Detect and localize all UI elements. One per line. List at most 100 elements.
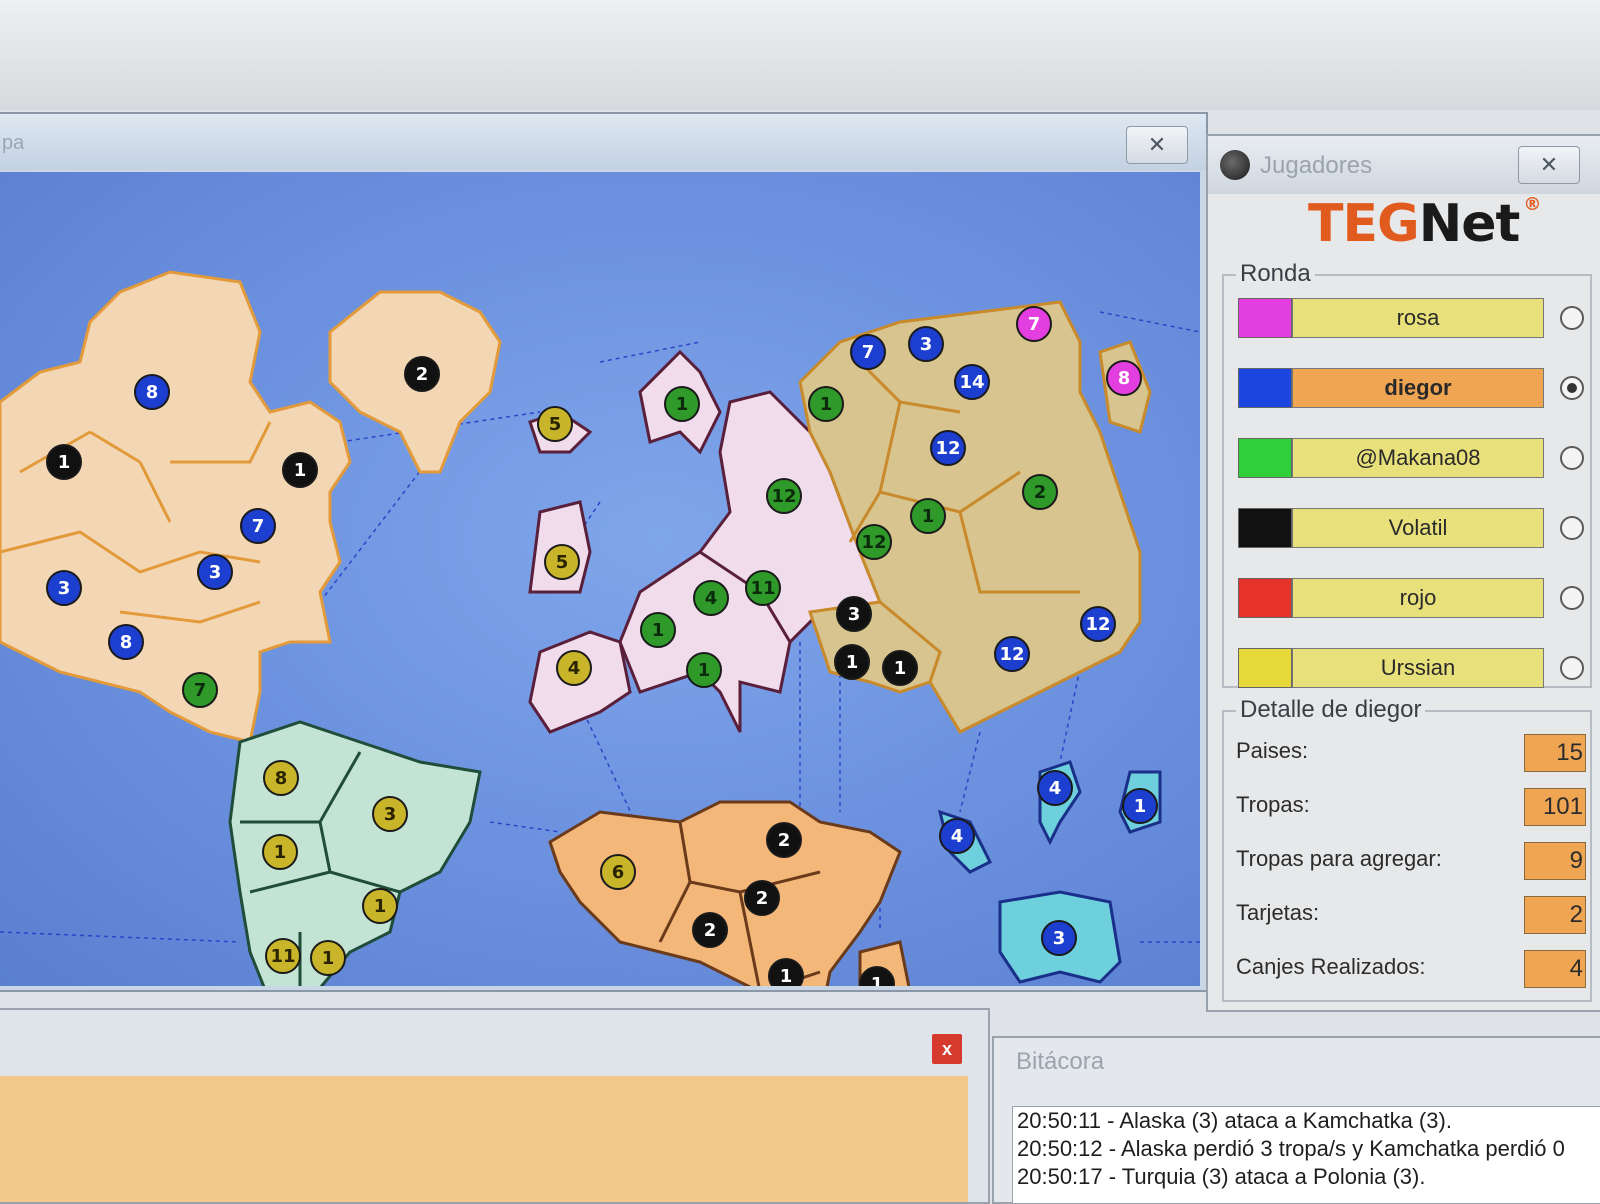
army-marker-blue[interactable]: 12 bbox=[930, 430, 966, 466]
world-map[interactable]: 1 8 2 1 7 3 3 8 7 5 5 4 1 12 4 11 1 1 7 3 7 8 1 14 12 2 1 12 3 1 1 12 12… bbox=[0, 172, 1200, 986]
player-radio[interactable] bbox=[1560, 446, 1584, 470]
army-marker-yellow[interactable]: 6 bbox=[600, 854, 636, 890]
players-titlebar: Jugadores ✕ bbox=[1208, 136, 1600, 194]
army-count: 7 bbox=[862, 342, 875, 363]
army-marker-blue[interactable]: 12 bbox=[994, 636, 1030, 672]
army-marker-yellow[interactable]: 5 bbox=[537, 406, 573, 442]
army-marker-green[interactable]: 1 bbox=[910, 498, 946, 534]
player-row-rosa[interactable]: rosa bbox=[1238, 298, 1590, 338]
army-marker-green[interactable]: 4 bbox=[693, 580, 729, 616]
round-group-label: Ronda bbox=[1236, 260, 1315, 288]
army-marker-black[interactable]: 2 bbox=[404, 356, 440, 392]
army-marker-green[interactable]: 12 bbox=[856, 524, 892, 560]
detail-label: Tropas: bbox=[1236, 792, 1310, 817]
army-marker-black[interactable]: 1 bbox=[768, 958, 804, 986]
detail-row-tarjetas: Tarjetas: 2 bbox=[1236, 896, 1586, 936]
army-marker-blue[interactable]: 1 bbox=[1122, 788, 1158, 824]
army-marker-blue[interactable]: 4 bbox=[939, 818, 975, 854]
army-marker-black[interactable]: 1 bbox=[46, 444, 82, 480]
army-marker-yellow[interactable]: 1 bbox=[310, 940, 346, 976]
army-marker-black[interactable]: 1 bbox=[834, 644, 870, 680]
player-color-swatch bbox=[1238, 648, 1292, 688]
player-row-urssian[interactable]: Urssian bbox=[1238, 648, 1590, 688]
army-marker-black[interactable]: 2 bbox=[744, 880, 780, 916]
army-count: 1 bbox=[780, 966, 793, 986]
army-marker-yellow[interactable]: 3 bbox=[372, 796, 408, 832]
log-window: Bitácora 20:50:11 - Alaska (3) ataca a K… bbox=[992, 1036, 1600, 1204]
army-marker-yellow[interactable]: 1 bbox=[262, 834, 298, 870]
army-marker-yellow[interactable]: 11 bbox=[265, 938, 301, 974]
army-marker-pink[interactable]: 8 bbox=[1106, 360, 1142, 396]
army-marker-green[interactable]: 12 bbox=[766, 478, 802, 514]
army-marker-blue[interactable]: 8 bbox=[108, 624, 144, 660]
bottom-panel-close-button[interactable]: x bbox=[932, 1034, 962, 1064]
army-count: 2 bbox=[416, 364, 429, 385]
army-count: 1 bbox=[322, 948, 335, 969]
detail-label: Canjes Realizados: bbox=[1236, 954, 1426, 979]
army-marker-green[interactable]: 1 bbox=[808, 386, 844, 422]
player-name: rojo bbox=[1292, 578, 1544, 618]
army-marker-blue[interactable]: 8 bbox=[134, 374, 170, 410]
army-count: 8 bbox=[1118, 368, 1131, 389]
map-close-button[interactable]: ✕ bbox=[1126, 126, 1188, 164]
log-box[interactable]: 20:50:11 - Alaska (3) ataca a Kamchatka … bbox=[1012, 1106, 1600, 1204]
army-count: 2 bbox=[778, 830, 791, 851]
army-marker-green[interactable]: 1 bbox=[640, 612, 676, 648]
army-count: 1 bbox=[676, 394, 689, 415]
army-marker-green[interactable]: 11 bbox=[745, 570, 781, 606]
player-radio[interactable] bbox=[1560, 516, 1584, 540]
north-america bbox=[0, 270, 502, 744]
player-radio-selected[interactable] bbox=[1560, 376, 1584, 400]
player-name: Volatil bbox=[1292, 508, 1544, 548]
army-count: 4 bbox=[951, 826, 964, 847]
tegnet-logo: TEGNet ® bbox=[1308, 194, 1541, 254]
army-marker-pink[interactable]: 7 bbox=[1016, 306, 1052, 342]
army-marker-blue[interactable]: 7 bbox=[240, 508, 276, 544]
army-marker-blue[interactable]: 14 bbox=[954, 364, 990, 400]
player-name: rosa bbox=[1292, 298, 1544, 338]
player-radio[interactable] bbox=[1560, 306, 1584, 330]
army-marker-green[interactable]: 2 bbox=[1022, 474, 1058, 510]
army-marker-yellow[interactable]: 5 bbox=[544, 544, 580, 580]
player-radio[interactable] bbox=[1560, 656, 1584, 680]
players-close-button[interactable]: ✕ bbox=[1518, 146, 1580, 184]
army-count: 1 bbox=[374, 896, 387, 917]
army-marker-blue[interactable]: 4 bbox=[1037, 770, 1073, 806]
army-marker-blue[interactable]: 3 bbox=[908, 326, 944, 362]
player-name: diegor bbox=[1292, 368, 1544, 408]
army-marker-yellow[interactable]: 8 bbox=[263, 760, 299, 796]
player-row-makana08[interactable]: @Makana08 bbox=[1238, 438, 1590, 478]
army-marker-black[interactable]: 1 bbox=[282, 452, 318, 488]
detail-row-tropas-agregar: Tropas para agregar: 9 bbox=[1236, 842, 1586, 882]
army-count: 4 bbox=[1049, 778, 1062, 799]
army-marker-blue[interactable]: 3 bbox=[197, 554, 233, 590]
army-count: 3 bbox=[920, 334, 933, 355]
army-count: 12 bbox=[771, 486, 796, 507]
player-name: Urssian bbox=[1292, 648, 1544, 688]
army-marker-yellow[interactable]: 4 bbox=[556, 650, 592, 686]
army-count: 12 bbox=[999, 644, 1024, 665]
army-count: 1 bbox=[894, 658, 907, 679]
player-color-swatch bbox=[1238, 438, 1292, 478]
army-marker-blue[interactable]: 3 bbox=[46, 570, 82, 606]
detail-label: Tarjetas: bbox=[1236, 900, 1320, 925]
army-count: 8 bbox=[120, 632, 133, 653]
army-marker-black[interactable]: 3 bbox=[836, 596, 872, 632]
player-row-diegor[interactable]: diegor bbox=[1238, 368, 1590, 408]
player-row-volatil[interactable]: Volatil bbox=[1238, 508, 1590, 548]
player-radio[interactable] bbox=[1560, 586, 1584, 610]
army-count: 1 bbox=[871, 974, 884, 986]
player-color-swatch bbox=[1238, 508, 1292, 548]
army-marker-yellow[interactable]: 1 bbox=[362, 888, 398, 924]
army-marker-blue[interactable]: 7 bbox=[850, 334, 886, 370]
army-marker-blue[interactable]: 12 bbox=[1080, 606, 1116, 642]
army-marker-green[interactable]: 1 bbox=[664, 386, 700, 422]
player-color-swatch bbox=[1238, 368, 1292, 408]
army-marker-blue[interactable]: 3 bbox=[1041, 920, 1077, 956]
army-marker-black[interactable]: 2 bbox=[692, 912, 728, 948]
army-marker-green[interactable]: 1 bbox=[686, 652, 722, 688]
player-row-rojo[interactable]: rojo bbox=[1238, 578, 1590, 618]
army-marker-green[interactable]: 7 bbox=[182, 672, 218, 708]
army-marker-black[interactable]: 1 bbox=[882, 650, 918, 686]
army-marker-black[interactable]: 2 bbox=[766, 822, 802, 858]
